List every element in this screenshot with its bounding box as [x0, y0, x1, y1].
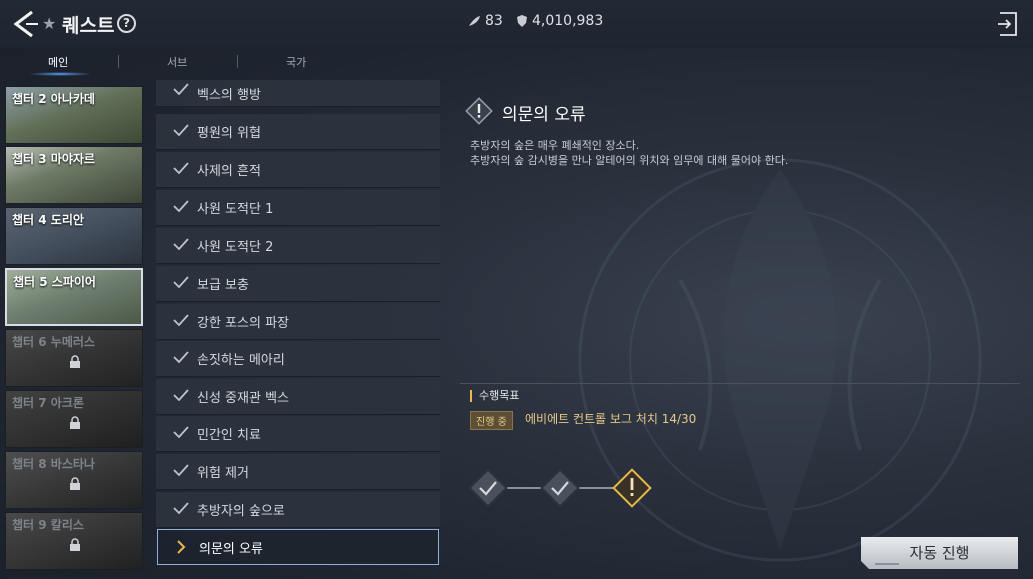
quest-item[interactable]: 신성 중재관 벡스: [156, 379, 440, 415]
chapter-label: 챕터 5 스파이어: [13, 275, 96, 289]
quest-label: 평원의 위협: [197, 126, 261, 141]
quest-item[interactable]: 민간인 치료: [156, 416, 440, 452]
tab-bar: 메인 서브 국가: [0, 48, 440, 76]
description-line: 추방자의 숲 감시병을 만나 알테어의 위치와 임무에 대해 물어야 한다.: [470, 154, 789, 167]
objective-header: 수행목표: [470, 390, 519, 402]
chapter-item[interactable]: 챕터 3 마야자르: [5, 146, 143, 204]
shield-icon: [517, 15, 527, 27]
quest-label: 벡스의 행방: [197, 87, 261, 103]
auto-progress-button[interactable]: 자동 진행: [861, 537, 1018, 569]
quest-item[interactable]: 위험 제거: [156, 454, 440, 490]
check-icon: [173, 200, 189, 212]
step-complete-icon: [468, 468, 508, 508]
quest-label: 사원 도적단 2: [197, 240, 274, 255]
description-line: 추방자의 숲은 매우 폐쇄적인 장소다.: [470, 139, 640, 152]
quest-item[interactable]: 평원의 위협: [156, 114, 440, 150]
quest-item[interactable]: 추방자의 숲으로: [156, 492, 440, 528]
top-bar: ★ 퀘스트 ? 83 4,010,983: [0, 0, 1033, 48]
feather-icon: [469, 16, 480, 26]
quest-label: 사제의 흔적: [197, 164, 261, 179]
step-complete-icon: [540, 468, 580, 508]
lock-icon: [70, 355, 80, 368]
chapter-label: 챕터 7 아크론: [12, 396, 84, 410]
chapter-item-selected[interactable]: 챕터 5 스파이어: [5, 268, 143, 326]
quest-label: 보급 보충: [197, 278, 249, 293]
tab-main[interactable]: 메인: [48, 54, 68, 70]
lock-icon: [70, 416, 80, 429]
quest-label: 강한 포스의 파장: [197, 316, 289, 331]
auto-progress-label: 자동 진행: [909, 544, 970, 562]
star-icon: ★: [42, 14, 57, 33]
quest-step-progress: [468, 468, 652, 508]
check-icon: [173, 464, 189, 476]
exit-icon[interactable]: [997, 11, 1019, 37]
chapter-item-locked[interactable]: 챕터 7 아크론: [5, 390, 143, 448]
check-icon: [173, 502, 189, 514]
page-title: 퀘스트: [62, 15, 115, 37]
chapter-label: 챕터 4 도리안: [12, 213, 84, 227]
tab-sub[interactable]: 서브: [167, 54, 187, 70]
quest-item-current[interactable]: 의문의 오류: [157, 529, 439, 565]
check-icon: [173, 426, 189, 438]
objective-divider: [460, 383, 1020, 384]
quest-title: 의문의 오류: [502, 105, 586, 125]
back-arrow-icon[interactable]: [10, 8, 40, 40]
resource-b: 4,010,983: [516, 13, 603, 29]
resource-a: 83: [468, 13, 503, 29]
lock-icon: [70, 538, 80, 551]
quest-label: 손짓하는 메아리: [197, 353, 285, 368]
tab-divider: [237, 55, 238, 68]
quest-label: 사원 도적단 1: [197, 202, 274, 217]
tab-nation[interactable]: 국가: [286, 54, 306, 70]
check-icon: [173, 351, 189, 363]
quest-item[interactable]: 사원 도적단 2: [156, 228, 440, 264]
chapter-item[interactable]: 챕터 4 도리안: [5, 207, 143, 265]
objective-text: 에비에트 컨트롤 보그 처치 14/30: [525, 412, 697, 426]
quest-item[interactable]: 보급 보충: [156, 266, 440, 302]
warning-diamond-icon: [465, 97, 493, 125]
resource-b-value: 4,010,983: [532, 13, 604, 29]
quest-list: 벡스의 행방 평원의 위협 사제의 흔적 사원 도적단 1 사원 도적단 2 보…: [156, 80, 440, 568]
quest-label: 신성 중재관 벡스: [197, 391, 289, 406]
quest-label: 의문의 오류: [199, 541, 263, 557]
quest-item[interactable]: 손짓하는 메아리: [156, 341, 440, 377]
check-icon: [173, 276, 189, 288]
check-icon: [173, 238, 189, 250]
help-icon[interactable]: ?: [117, 14, 136, 33]
quest-item[interactable]: 사원 도적단 1: [156, 190, 440, 226]
chapter-item[interactable]: 챕터 2 아나카데: [5, 86, 143, 144]
chapter-label: 챕터 3 마야자르: [12, 152, 95, 166]
check-icon: [173, 83, 189, 95]
lock-icon: [70, 477, 80, 490]
chapter-list: 챕터 2 아나카데 챕터 3 마야자르 챕터 4 도리안 챕터 5 스파이어 챕…: [5, 86, 143, 570]
chapter-item-locked[interactable]: 챕터 6 누메러스: [5, 329, 143, 387]
chapter-item-locked[interactable]: 챕터 8 바스타나: [5, 451, 143, 509]
status-badge: 진행 중: [470, 411, 513, 430]
check-icon: [173, 124, 189, 136]
quest-item[interactable]: 사제의 흔적: [156, 152, 440, 188]
button-notch: [875, 563, 899, 565]
quest-item[interactable]: 강한 포스의 파장: [156, 304, 440, 340]
quest-label: 위험 제거: [197, 466, 249, 481]
check-icon: [173, 314, 189, 326]
quest-item[interactable]: 벡스의 행방: [156, 80, 440, 107]
quest-label: 민간인 치료: [197, 428, 261, 443]
chapter-label: 챕터 2 아나카데: [12, 92, 95, 106]
step-current-icon: [612, 468, 652, 508]
check-icon: [173, 389, 189, 401]
check-icon: [173, 162, 189, 174]
tab-divider: [118, 55, 119, 68]
quest-label: 추방자의 숲으로: [197, 504, 285, 519]
chapter-label: 챕터 6 누메러스: [12, 335, 95, 349]
chapter-item-locked[interactable]: 챕터 9 칼리스: [5, 512, 143, 570]
chevron-right-icon: [177, 540, 186, 554]
resource-a-value: 83: [485, 13, 503, 29]
chapter-label: 챕터 9 칼리스: [12, 518, 84, 532]
quest-description: 추방자의 숲은 매우 폐쇄적인 장소다. 추방자의 숲 감시병을 만나 알테어의…: [470, 138, 788, 168]
chapter-label: 챕터 8 바스타나: [12, 457, 95, 471]
tab-active-indicator: [28, 72, 92, 76]
